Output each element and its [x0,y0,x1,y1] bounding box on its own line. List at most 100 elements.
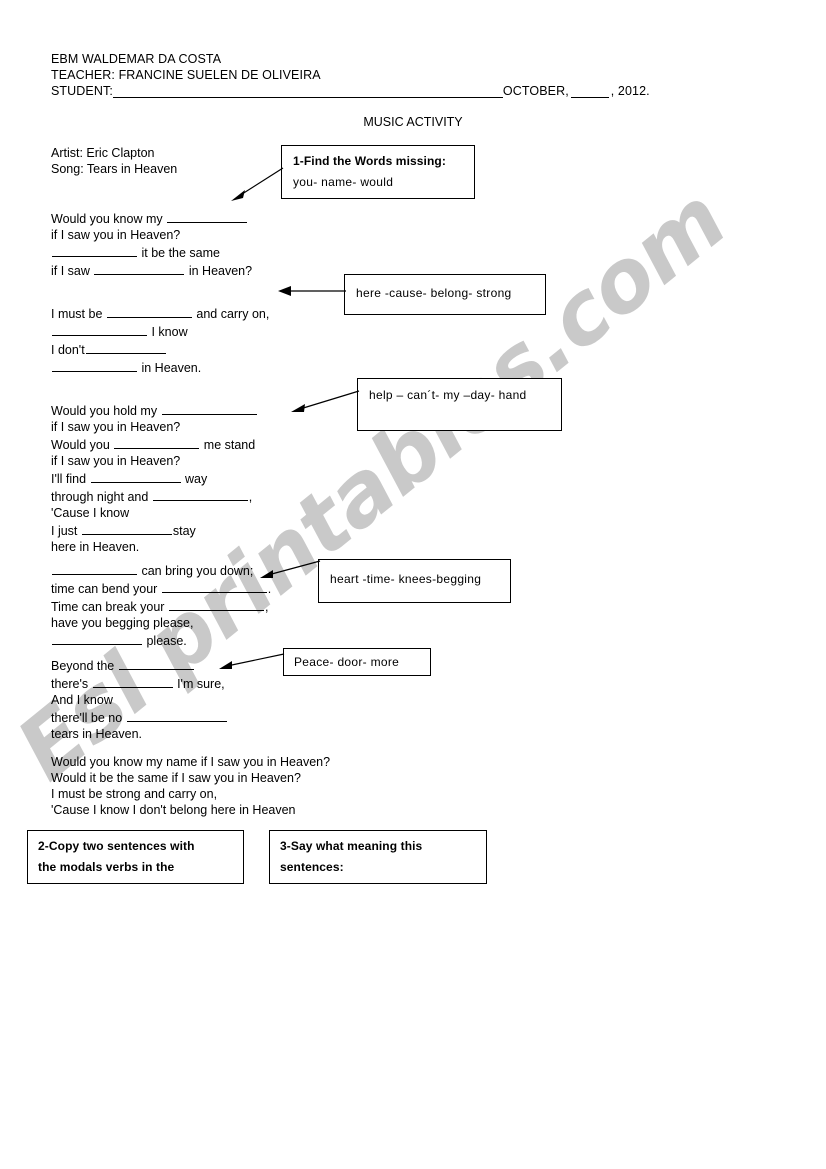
lyric-text: And I know [51,693,113,707]
lyric-line: I don't [51,340,269,358]
answer-blank[interactable] [52,561,137,575]
lyric-line: Would you hold my [51,401,258,419]
lyric-line: here in Heaven. [51,539,258,555]
lyric-text: if I saw you in Heaven? [51,454,181,468]
lyrics-stanza-5: Beyond the there's I'm sure, And I know th… [51,656,228,742]
answer-blank[interactable] [106,304,192,318]
lyric-text: time can bend your [51,582,161,596]
teacher-line: TEACHER: FRANCINE SUELEN DE OLIVEIRA [51,68,321,82]
answer-blank[interactable] [90,469,181,483]
lyric-text: Time can break your [51,600,168,614]
lyric-text: can bring you down; [138,564,254,578]
page-title: MUSIC ACTIVITY [363,115,463,129]
lyric-text: I don't [51,343,85,357]
lyric-text: and carry on, [192,307,270,321]
task3-box: 3-Say what meaning this sentences: [269,830,487,884]
answer-blank[interactable] [152,487,248,501]
lyric-text: I must be [51,307,106,321]
lyric-line: Would you know my [51,209,252,227]
task2-box: 2-Copy two sentences with the modals ver… [27,830,244,884]
lyric-text: if I saw you in Heaven? [51,420,181,434]
answer-blank[interactable] [52,243,137,257]
lyric-text: there'll be no [51,711,126,725]
arrow-to-stanza2 [278,286,346,296]
lyric-text: way [181,472,208,486]
answer-blank[interactable] [167,209,248,223]
task2-line1: 2-Copy two sentences with [38,839,195,853]
lyric-line: if I saw you in Heaven? [51,227,252,243]
hint3-box: help – can´t- my –day- hand [357,378,562,431]
date-year: , 2012. [610,84,650,98]
lyric-text: have you begging please, [51,616,194,630]
task1-heading: 1-Find the Words missing: [293,154,446,168]
lyric-line: 'Cause I know [51,505,258,521]
lyric-line: it be the same [51,243,252,261]
lyric-text: here in Heaven. [51,540,140,554]
student-line: STUDENT: OCTOBER, , 2012. [51,84,650,98]
lyrics-stanza-3: Would you hold my if I saw you in Heaven… [51,401,258,555]
lyric-line: Would it be the same if I saw you in Hea… [51,771,301,785]
answer-blank[interactable] [161,401,257,415]
answer-blank[interactable] [92,674,173,688]
student-name-blank[interactable] [112,97,503,98]
task1-box: 1-Find the Words missing: you- name- wou… [281,145,475,199]
lyric-line: in Heaven. [51,358,269,376]
lyric-text: Would you hold my [51,404,161,418]
answer-blank[interactable] [126,708,227,722]
answer-blank[interactable] [161,579,267,593]
hint2-box: here -cause- belong- strong [344,274,546,315]
lyric-line: Would you know my name if I saw you in H… [51,755,331,769]
hint4-box: heart -time- knees-begging [318,559,511,603]
lyric-text: Beyond the [51,659,118,673]
date-day-blank[interactable] [570,97,609,98]
lyric-text: I know [148,325,188,339]
answer-blank[interactable] [52,358,137,372]
lyric-line: if I saw you in Heaven? [51,419,258,435]
answer-blank[interactable] [81,521,172,535]
lyric-line: I must be strong and carry on, [51,787,218,801]
lyric-text: me stand [200,438,256,452]
arrow-to-stanza5 [219,653,285,669]
artist-line: Artist: Eric Clapton [51,146,155,160]
school-name: EBM WALDEMAR DA COSTA [51,52,222,66]
student-label: STUDENT: [51,84,113,98]
answer-blank[interactable] [114,435,200,449]
answer-blank[interactable] [94,261,185,275]
lyric-line: I must be and carry on, [51,304,269,322]
lyric-text: tears in Heaven. [51,727,143,741]
lyric-text: 'Cause I know [51,506,130,520]
task1-words: you- name- would [293,175,394,189]
lyrics-stanza-2: I must be and carry on, I know I don't in… [51,304,269,376]
arrow-to-stanza3 [291,390,360,412]
lyric-text: in Heaven? [185,264,253,278]
arrow-to-stanza1 [231,167,284,201]
lyric-text: through night and [51,490,152,504]
lyric-line: through night and , [51,487,258,505]
answer-blank[interactable] [52,631,142,645]
answer-blank[interactable] [52,322,147,336]
task3-line1: 3-Say what meaning this [280,839,423,853]
lyric-text: I just [51,524,81,538]
lyric-line: there's I'm sure, [51,674,228,692]
lyric-line: Would you me stand [51,435,258,453]
lyric-text: I'll find [51,472,90,486]
lyric-text: if I saw [51,264,94,278]
hint5-box: Peace- door- more [283,648,431,676]
lyric-text: , [248,490,253,504]
lyric-text: I'm sure, [173,677,225,691]
lyric-text: please. [143,634,187,648]
lyric-line: time can bend your . [51,579,271,597]
lyric-text: Would you know my [51,212,167,226]
answer-blank[interactable] [85,340,166,354]
lyric-text: it be the same [138,246,220,260]
lyric-line: if I saw you in Heaven? [51,453,258,469]
lyrics-stanza-1: Would you know my if I saw you in Heaven… [51,209,252,279]
hint4-words: heart -time- knees-begging [330,572,482,586]
answer-blank[interactable] [118,656,194,670]
task2-line2: the modals verbs in the [38,860,175,874]
lyric-line: Time can break your , [51,597,271,615]
lyric-text: , [264,600,269,614]
date-month: OCTOBER, [502,84,569,98]
answer-blank[interactable] [168,597,264,611]
lyric-line: tears in Heaven. [51,726,228,742]
